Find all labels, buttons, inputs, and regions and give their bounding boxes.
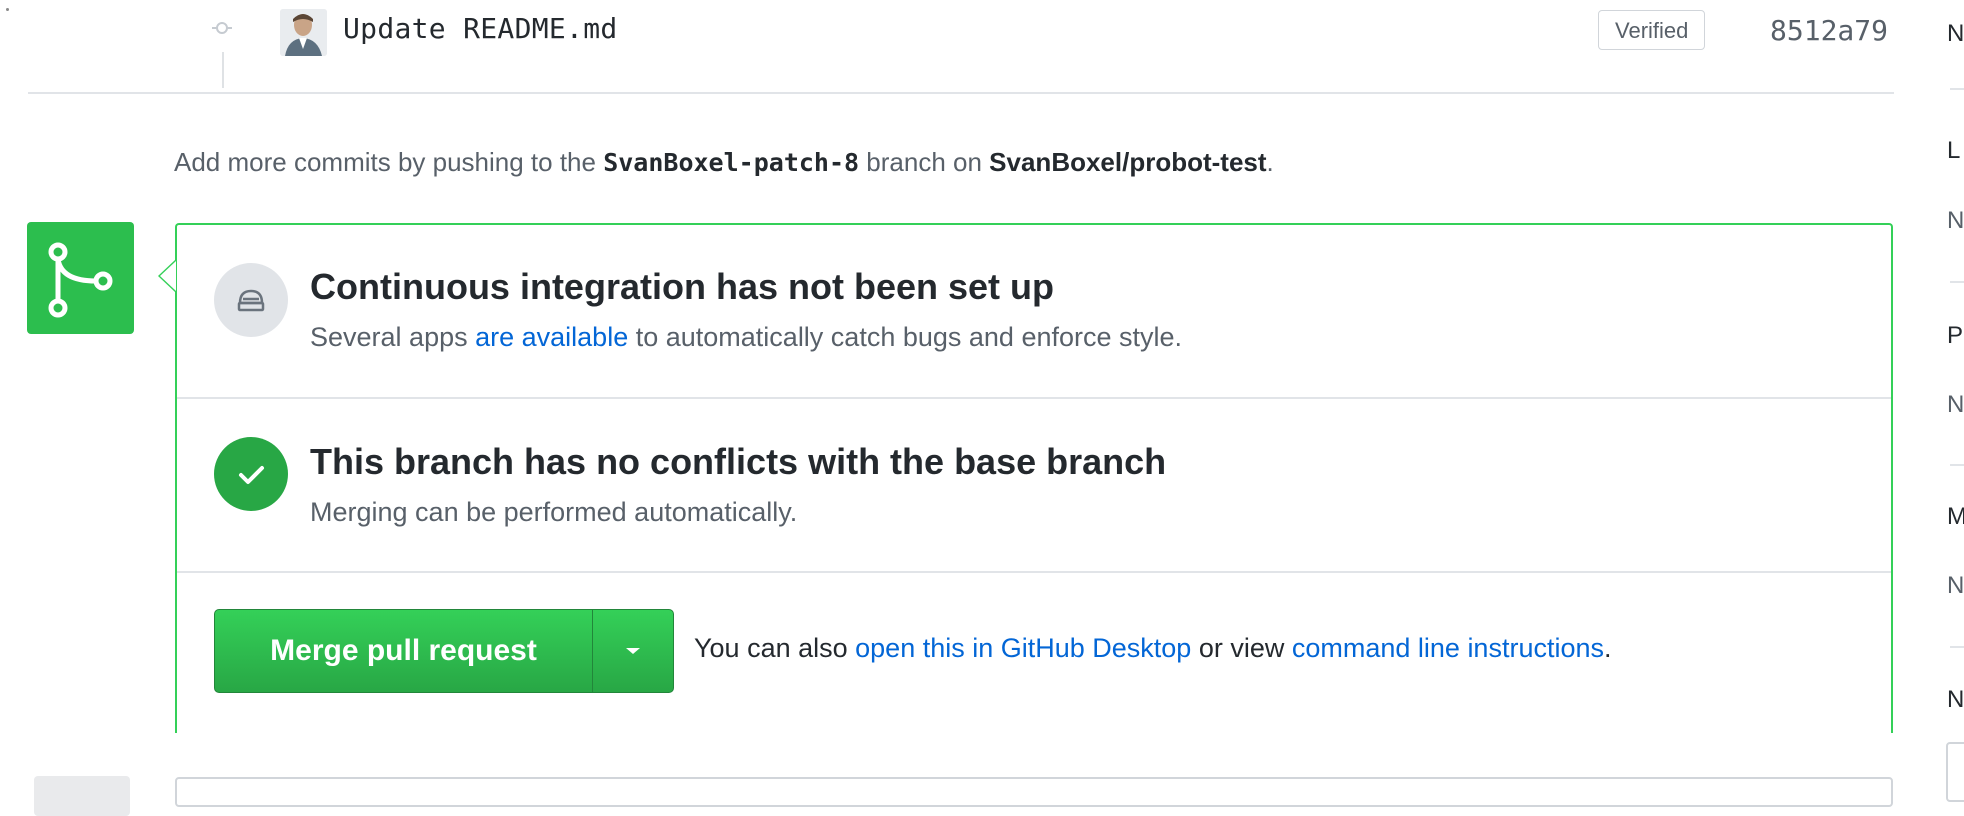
apps-available-link[interactable]: are available	[475, 322, 628, 352]
push-info-prefix: Add more commits by pushing to the	[174, 147, 604, 177]
merge-pull-request-button[interactable]: Merge pull request	[215, 610, 592, 692]
merge-box-divider	[177, 397, 1891, 399]
edge-mark	[6, 8, 9, 11]
open-in-desktop-link[interactable]: open this in GitHub Desktop	[855, 633, 1191, 663]
ci-title: Continuous integration has not been set …	[310, 266, 1054, 307]
ci-icon	[214, 263, 288, 337]
head-repo-name: SvanBoxel/probot-test	[989, 147, 1267, 177]
sidebar-divider	[1950, 464, 1964, 466]
commit-message-link[interactable]: Update README.md	[343, 12, 618, 45]
ci-glyph	[237, 289, 265, 312]
ci-desc-prefix: Several apps	[310, 322, 476, 352]
merge-method-dropdown-button[interactable]	[592, 610, 673, 692]
head-branch-name: SvanBoxel-patch-8	[603, 148, 860, 177]
conflicts-description: Merging can be performed automatically.	[310, 497, 798, 527]
merge-box-pointer-fill	[160, 261, 176, 291]
author-avatar[interactable]	[280, 9, 327, 56]
merge-alternatives-text: You can also open this in GitHub Desktop…	[694, 633, 1612, 664]
sidebar-value: N	[1947, 207, 1964, 234]
sidebar-value: N	[1947, 391, 1964, 418]
push-info-suffix: .	[1266, 147, 1274, 177]
timeline-line	[222, 52, 224, 88]
sidebar-notification-button[interactable]	[1946, 742, 1964, 802]
check-glyph	[239, 466, 264, 484]
push-info-text: Add more commits by pushing to the SvanB…	[174, 147, 1274, 178]
sidebar-heading-labels[interactable]: L	[1947, 137, 1960, 165]
sidebar-heading-milestone[interactable]: M	[1947, 503, 1964, 531]
merge-button-group: Merge pull request	[214, 609, 674, 693]
git-merge-icon	[48, 242, 113, 318]
command-line-instructions-link[interactable]: command line instructions	[1292, 633, 1604, 663]
comment-avatar[interactable]	[34, 776, 130, 816]
timeline-divider	[28, 92, 1894, 94]
comment-box[interactable]	[175, 777, 1893, 807]
git-merge-badge	[27, 222, 134, 334]
sidebar-heading-notifications[interactable]: N	[1947, 686, 1964, 714]
verified-badge[interactable]: Verified	[1598, 10, 1706, 50]
sidebar-divider	[1950, 88, 1964, 90]
ci-description: Several apps are available to automatica…	[310, 322, 1182, 353]
merge-box-divider	[177, 571, 1891, 573]
also-prefix: You can also	[694, 633, 856, 663]
commit-sha-link[interactable]: 8512a79	[1770, 10, 1888, 52]
ci-desc-suffix: to automatically catch bugs and enforce …	[628, 322, 1183, 352]
push-info-middle: branch on	[859, 147, 990, 177]
conflicts-title: This branch has no conflicts with the ba…	[310, 441, 1167, 482]
sidebar-value: N	[1947, 572, 1964, 599]
also-middle: or view	[1191, 633, 1292, 663]
dropdown-caret-icon	[626, 648, 640, 654]
also-suffix: .	[1604, 633, 1612, 663]
sidebar-divider	[1950, 281, 1964, 283]
check-icon	[214, 437, 288, 511]
sidebar-divider	[1950, 646, 1964, 648]
commit-dot-icon	[212, 22, 232, 34]
sidebar-value: N	[1947, 20, 1964, 47]
sidebar-heading-projects[interactable]: P	[1947, 322, 1963, 350]
avatar-image	[280, 9, 327, 56]
